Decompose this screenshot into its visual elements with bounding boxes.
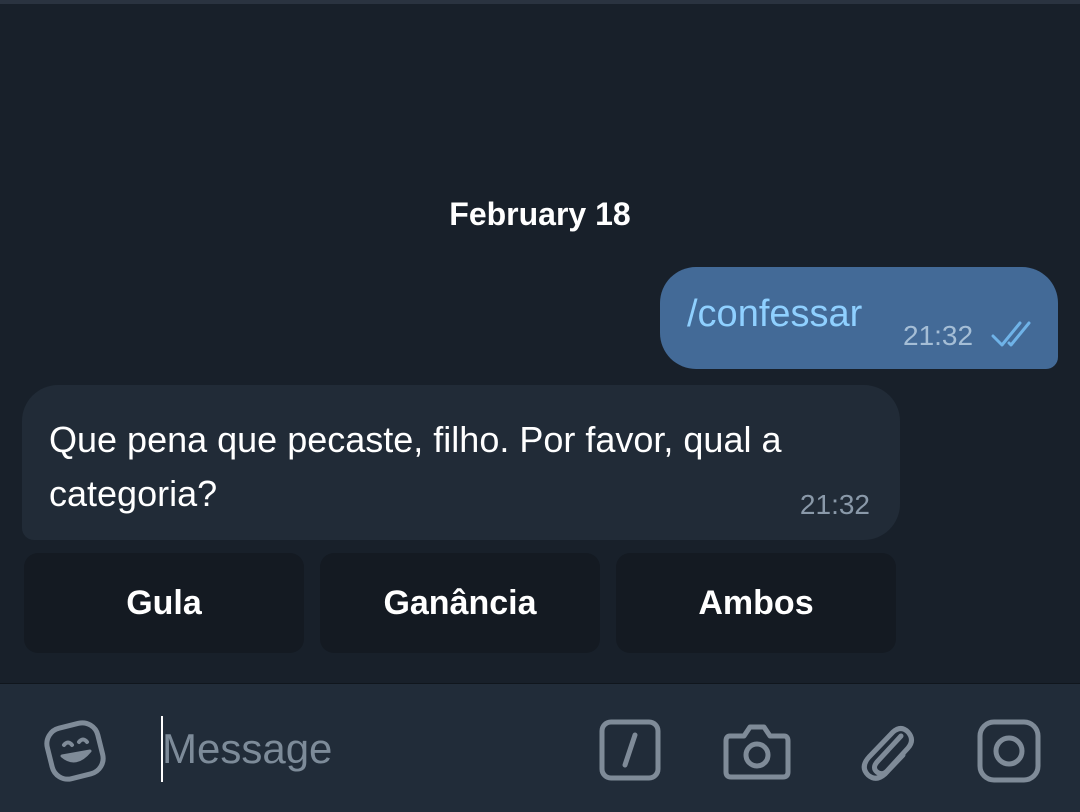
keyboard-button-gula[interactable]: Gula [24, 553, 304, 653]
double-check-icon [991, 319, 1035, 349]
message-input[interactable] [162, 714, 562, 784]
bot-command-link[interactable]: /confessar [687, 293, 862, 336]
attach-icon[interactable] [855, 716, 917, 784]
top-divider [0, 0, 1080, 4]
message-composer [0, 683, 1080, 812]
camera-icon[interactable] [722, 718, 792, 782]
incoming-message-text: Que pena que pecaste, filho. Por favor, … [49, 419, 782, 514]
keyboard-button-ganancia[interactable]: Ganância [320, 553, 600, 653]
date-header: February 18 [449, 196, 631, 232]
keyboard-button-ambos[interactable]: Ambos [616, 553, 896, 653]
emoji-icon[interactable] [42, 718, 108, 784]
chat-screen: February 18 /confessar 21:32 Que pena qu… [0, 0, 1080, 812]
incoming-message-bubble[interactable]: Que pena que pecaste, filho. Por favor, … [22, 385, 900, 540]
record-icon[interactable] [976, 718, 1042, 784]
bot-command-icon[interactable] [598, 718, 662, 782]
outgoing-message-bubble[interactable]: /confessar 21:32 [660, 267, 1058, 369]
outgoing-message-time: 21:32 [903, 320, 974, 351]
incoming-message-time: 21:32 [799, 489, 870, 520]
text-cursor [161, 716, 163, 782]
